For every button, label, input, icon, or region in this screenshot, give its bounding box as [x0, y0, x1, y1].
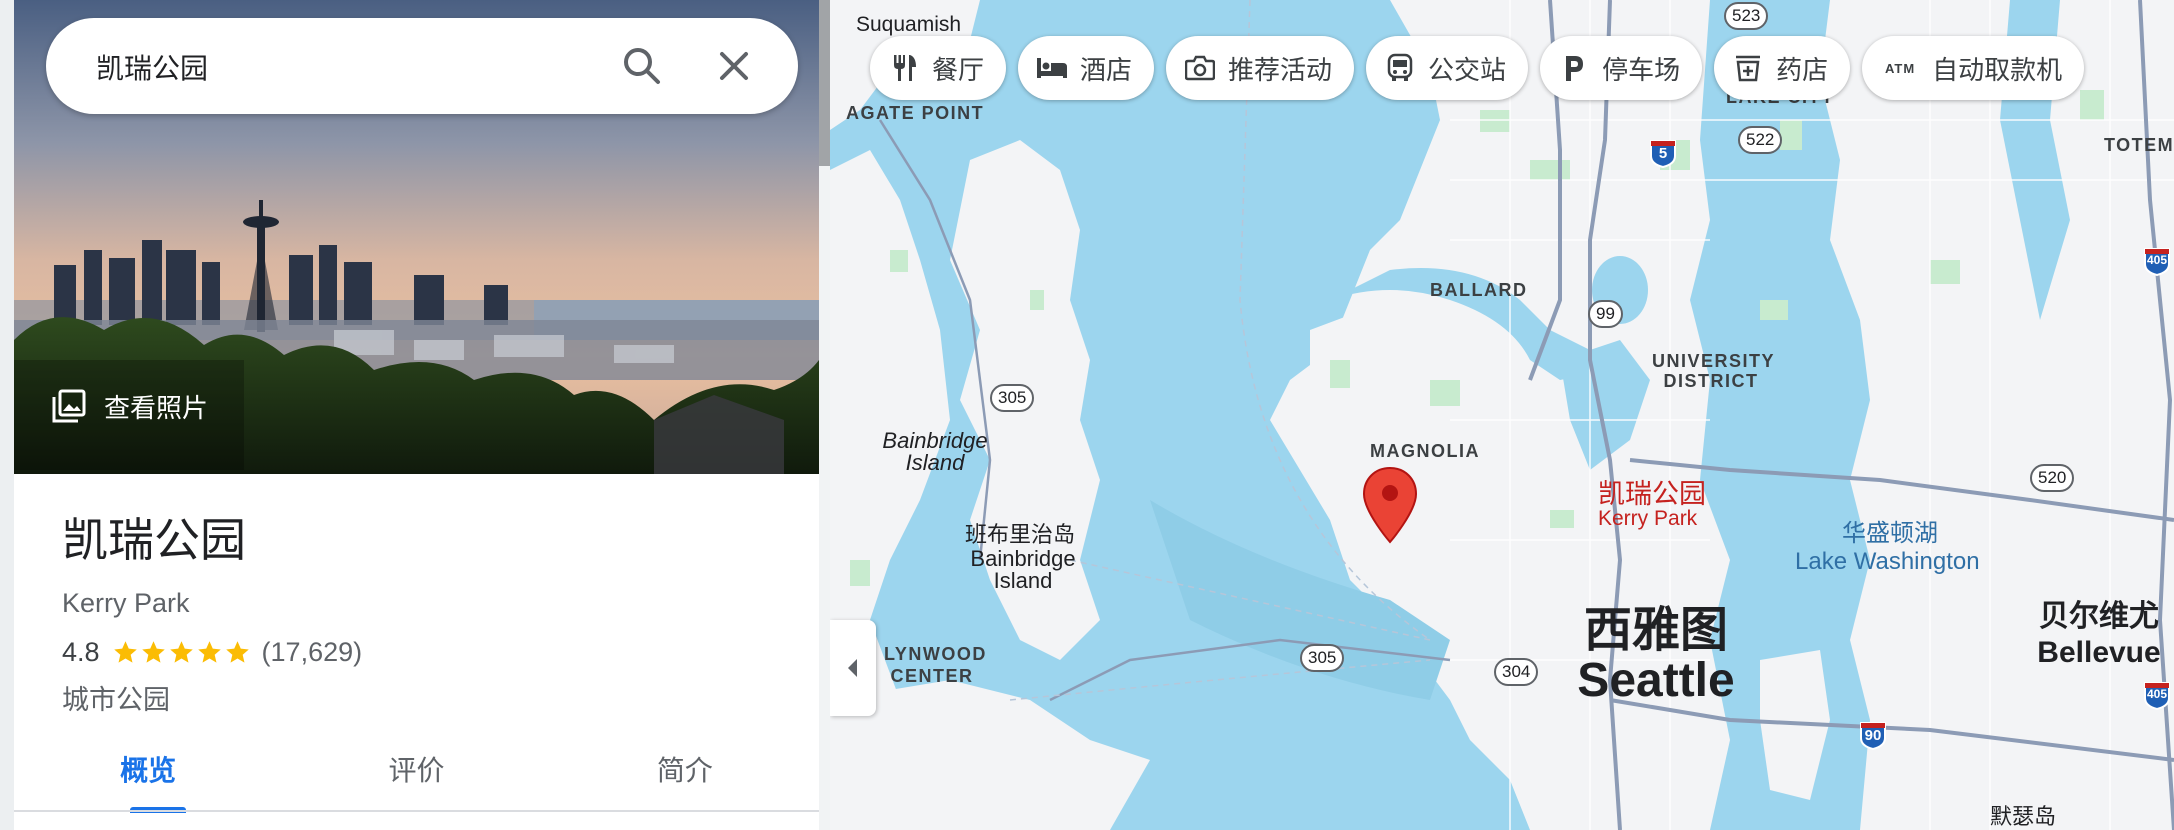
interstate-shield: 405: [2142, 246, 2172, 277]
review-count-link[interactable]: (17,629): [262, 637, 363, 668]
interstate-number: 5: [1658, 145, 1668, 162]
map-label-ballard: BALLARD: [1430, 280, 1528, 300]
interstate-number: 405: [2146, 687, 2168, 701]
star-icon: [113, 641, 137, 663]
place-info: 凯瑞公园 Kerry Park 4.8 (17,629) 城市公园: [62, 504, 362, 717]
hotel-icon: [1036, 52, 1068, 84]
parking-icon: [1558, 52, 1590, 84]
map-label-bellevue-zh: 贝尔维尤: [2039, 600, 2159, 633]
map-label-seattle-en: Seattle: [1577, 654, 1735, 707]
tab-about[interactable]: 简介: [551, 728, 819, 810]
map-label-lake-washington-zh: 华盛顿湖: [1842, 520, 1938, 547]
map-label-agate-point: AGATE POINT: [846, 103, 985, 123]
chip-transit[interactable]: 公交站: [1366, 36, 1529, 100]
interstate-shield: 90: [1858, 720, 1888, 751]
chip-parking[interactable]: 停车场: [1540, 36, 1703, 100]
map-label-mercer: 默瑟岛: [1990, 804, 2057, 829]
search-box: [46, 18, 798, 114]
chip-pharmacies[interactable]: 药店: [1714, 36, 1851, 100]
route-shield: 522: [1738, 126, 1783, 154]
interstate-shield: 5: [1648, 138, 1678, 169]
tab-label: 简介: [656, 755, 713, 786]
map-label-lake-washington-en: Lake Washington: [1795, 548, 1980, 575]
chip-label: 餐厅: [932, 54, 985, 85]
rating-value: 4.8: [62, 637, 100, 667]
star-icon: [225, 641, 249, 663]
map-label-bainbridge-zh: 班布里治岛: [964, 522, 1075, 547]
map-label-bellevue-en: Bellevue: [2037, 636, 2161, 669]
route-shield: 305: [990, 384, 1035, 412]
tab-label: 概览: [120, 755, 177, 786]
photo-gallery-icon: [52, 389, 86, 423]
route-shield: 99: [1588, 300, 1623, 328]
map-base: [830, 0, 2174, 830]
place-title: 凯瑞公园: [62, 514, 246, 566]
chip-hotels[interactable]: 酒店: [1018, 36, 1155, 100]
chip-label: 药店: [1776, 54, 1829, 85]
route-shield: 520: [2030, 464, 2075, 492]
interstate-number: 405: [2146, 253, 2168, 267]
chip-label: 推荐活动: [1228, 54, 1333, 85]
chevron-left-icon: [848, 659, 857, 677]
panel-scrollbar-thumb[interactable]: [819, 0, 830, 166]
star-icon: [197, 641, 221, 663]
pharmacy-icon: [1732, 52, 1764, 84]
camera-icon: [1184, 52, 1216, 84]
map-label-seattle-zh: 西雅图: [1583, 604, 1728, 657]
bus-icon: [1384, 52, 1416, 84]
chip-restaurants[interactable]: 餐厅: [870, 36, 1007, 100]
map-label-university-district: UNIVERSITY DISTRICT: [1652, 351, 1776, 391]
route-shield: 305: [1300, 644, 1345, 672]
place-pin[interactable]: [1362, 466, 1418, 544]
view-photos-button[interactable]: 查看照片: [50, 380, 208, 432]
map-place-label-zh[interactable]: 凯瑞公园: [1598, 480, 1706, 509]
search-input[interactable]: [94, 44, 598, 90]
atm-icon-text: ATM: [1884, 60, 1916, 76]
map-pin-icon: [1362, 466, 1418, 544]
tabs-divider: [14, 810, 819, 812]
chip-label: 停车场: [1602, 54, 1681, 85]
category-chips: 餐厅 酒店 推荐活动 公交站 停车场 药店 ATM 自动取款机: [870, 36, 2096, 100]
close-icon: [720, 52, 748, 80]
tab-reviews[interactable]: 评价: [282, 728, 550, 810]
map-label-bainbridge-en2: Bainbridge Island: [970, 546, 1076, 593]
tab-label: 评价: [388, 755, 445, 786]
map-label-magnolia: MAGNOLIA: [1370, 441, 1480, 461]
star-icon: [169, 641, 193, 663]
collapse-panel-button[interactable]: [830, 620, 876, 716]
panel-edge: [0, 0, 14, 830]
atm-icon: ATM: [1880, 52, 1920, 84]
chip-label: 公交站: [1428, 54, 1507, 85]
place-category[interactable]: 城市公园: [62, 678, 362, 717]
restaurant-icon: [888, 52, 920, 84]
chip-label: 自动取款机: [1932, 54, 2063, 85]
view-photos-label: 查看照片: [104, 392, 209, 423]
chip-atms[interactable]: ATM 自动取款机: [1862, 36, 2085, 100]
search-icon: [624, 48, 660, 84]
tab-overview[interactable]: 概览: [14, 728, 282, 813]
place-subtitle: Kerry Park: [62, 588, 190, 618]
map-label-totem: TOTEM: [2104, 135, 2174, 155]
search-button[interactable]: [618, 42, 666, 90]
map-place-label-en[interactable]: Kerry Park: [1598, 507, 1697, 530]
route-shield: 523: [1724, 2, 1769, 30]
interstate-number: 90: [1864, 727, 1882, 744]
star-icon: [141, 641, 165, 663]
clear-search-button[interactable]: [710, 42, 758, 90]
chip-label: 酒店: [1080, 54, 1133, 85]
rating-stars[interactable]: [112, 639, 252, 666]
map-label-bainbridge-en: Bainbridge Island: [882, 428, 988, 475]
rating-row: 4.8 (17,629): [62, 637, 362, 668]
interstate-shield: 405: [2142, 680, 2172, 711]
route-shield: 304: [1494, 658, 1539, 686]
map-canvas[interactable]: Suquamish AGATE POINT LAKE CITY TOTEM BA…: [830, 0, 2174, 830]
place-panel: 查看照片 凯瑞公园 Kerry Park 4.8 (17,629) 城市公园 概…: [0, 0, 830, 830]
place-tabs: 概览 评价 简介: [14, 728, 819, 813]
map-label-suquamish: Suquamish: [856, 13, 962, 36]
chip-things-to-do[interactable]: 推荐活动: [1166, 36, 1355, 100]
map-label-lynwood-center: LYNWOOD CENTER: [884, 644, 987, 686]
